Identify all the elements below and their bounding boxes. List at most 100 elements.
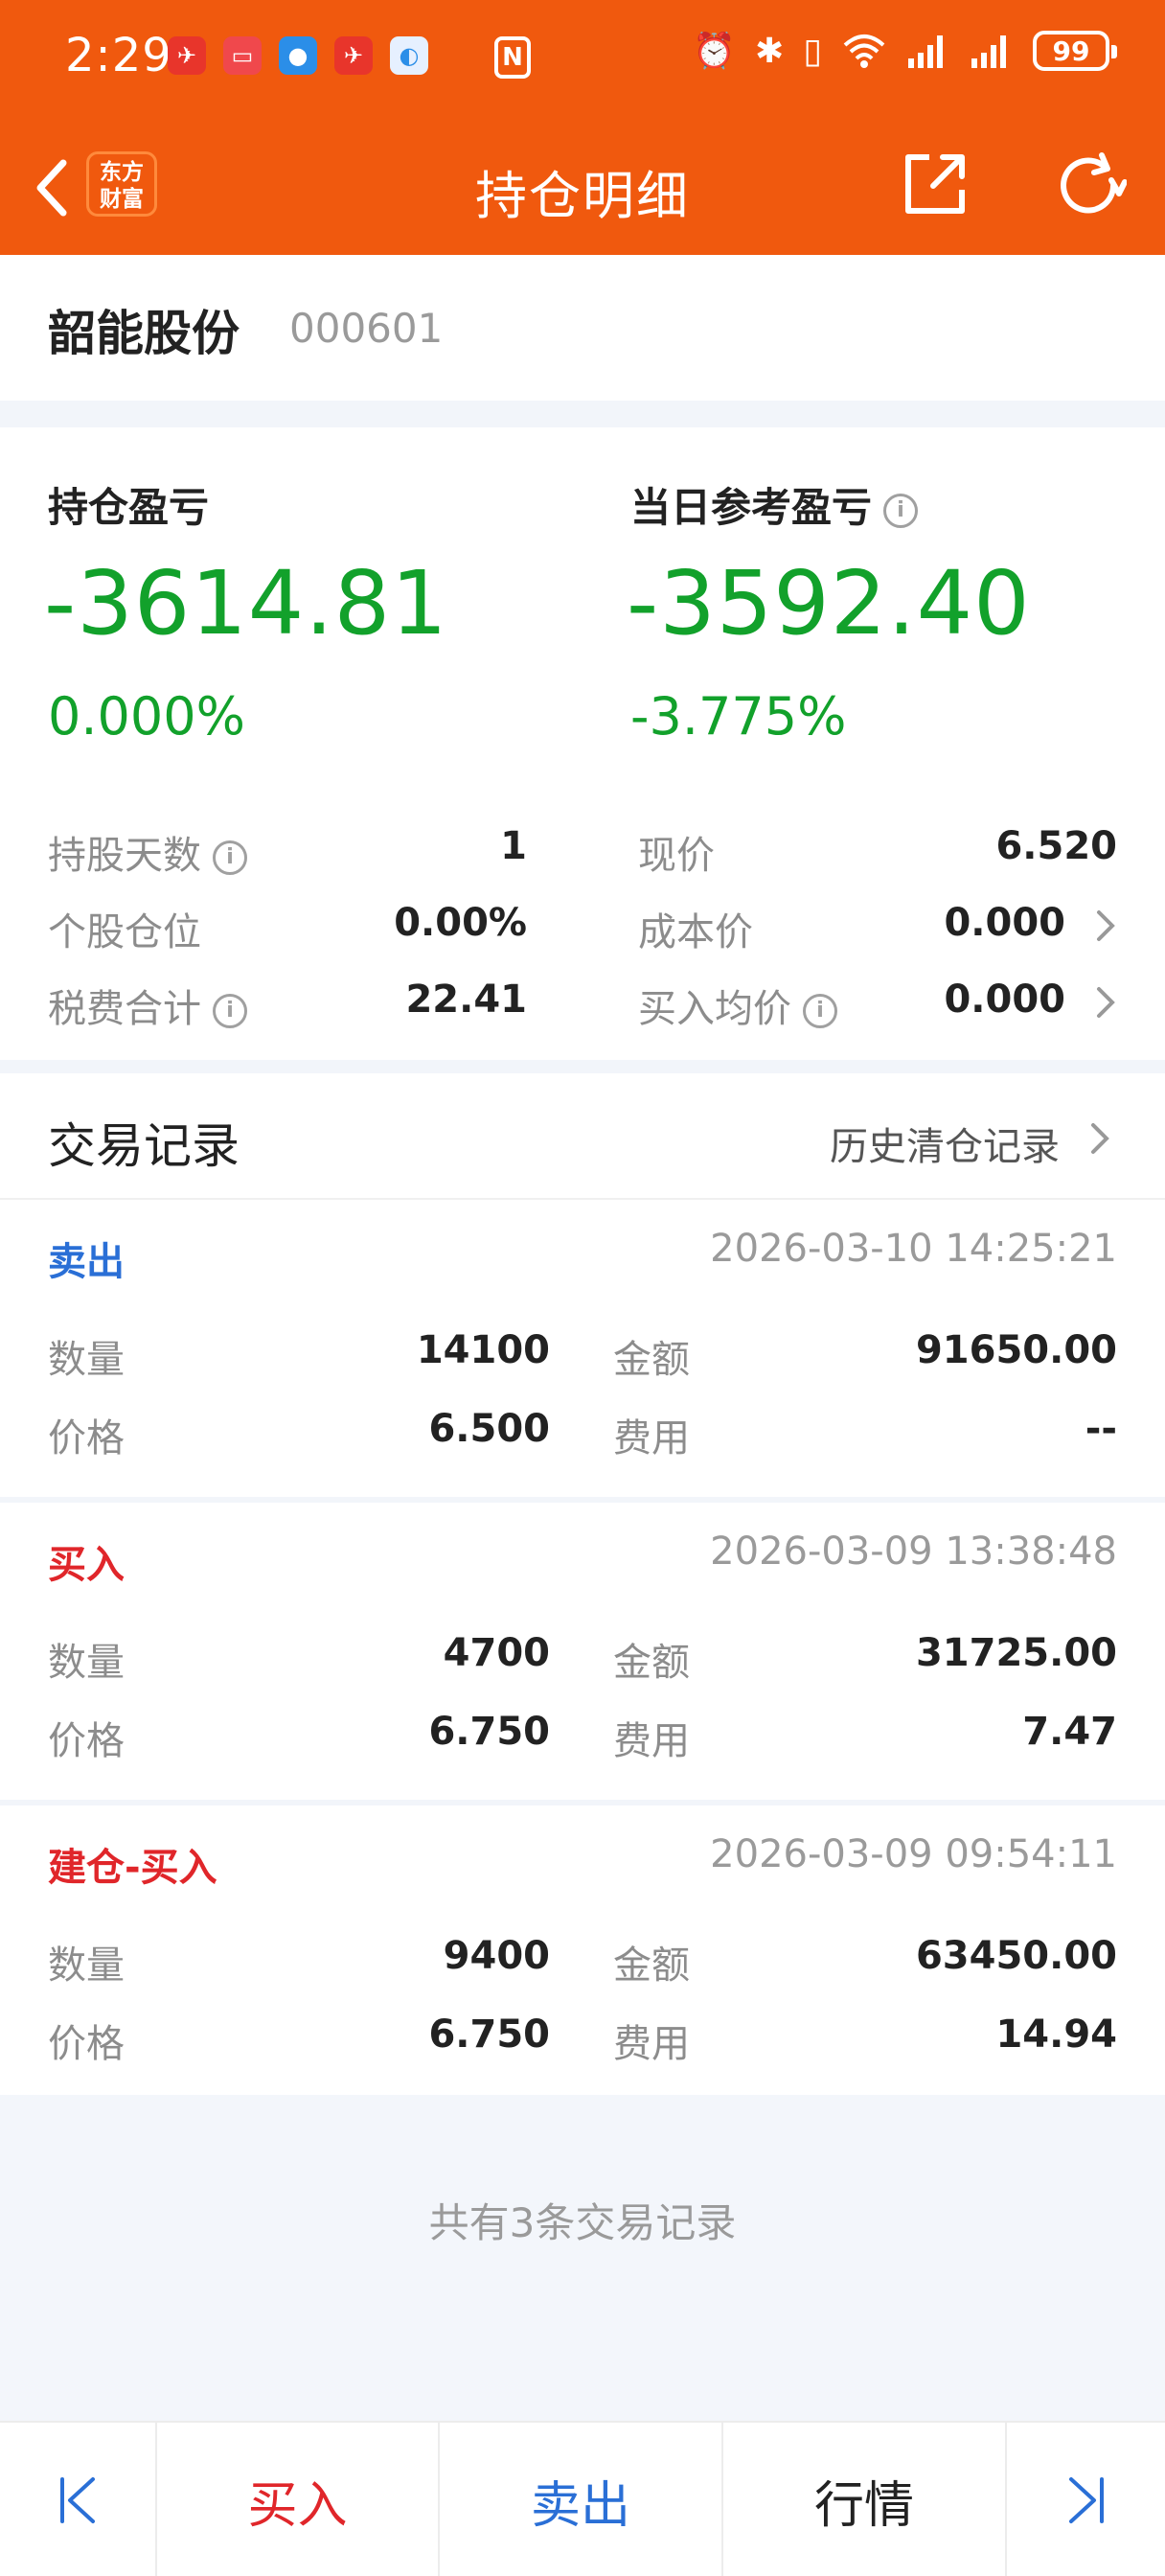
amount-value: 31725.00 <box>915 1631 1117 1675</box>
daily-pl-value: -3592.40 <box>627 552 1031 655</box>
price-label: 价格 <box>48 2022 125 2066</box>
notification-app-icon: ▭ <box>223 36 262 75</box>
holding-days-value: 1 <box>500 824 527 868</box>
info-icon[interactable]: i <box>213 840 247 875</box>
app-header: 2:29 ✈ ▭ ● ✈ ◐ N ⏰ ✱ ▯ 99 东方 财富 持仓明细 <box>0 0 1165 255</box>
chevron-right-icon[interactable] <box>1088 1119 1111 1158</box>
fee-label: 费用 <box>613 2022 690 2066</box>
trade-record[interactable]: 建仓-买入 2026-03-09 09:54:11 数量 9400 金额 634… <box>0 1806 1165 2095</box>
daily-pl-percent: -3.775% <box>630 686 847 747</box>
notification-app-icon: ✈ <box>168 36 206 75</box>
quantity-label: 数量 <box>48 1338 125 1382</box>
amount-value: 63450.00 <box>915 1934 1117 1978</box>
notification-icons: ✈ ▭ ● ✈ ◐ <box>168 36 428 75</box>
quote-button[interactable]: 行情 <box>723 2423 1007 2576</box>
current-price-value: 6.520 <box>995 824 1117 868</box>
status-time: 2:29 <box>65 29 172 82</box>
wifi-icon <box>843 34 885 68</box>
trade-record[interactable]: 买入 2026-03-09 13:38:48 数量 4700 金额 31725.… <box>0 1503 1165 1800</box>
quantity-value: 4700 <box>443 1631 550 1675</box>
status-bar: 2:29 ✈ ▭ ● ✈ ◐ N ⏰ ✱ ▯ 99 <box>0 0 1165 115</box>
nav-bar: 东方 财富 持仓明细 <box>0 115 1165 255</box>
fee-label: 费用 <box>613 1719 690 1763</box>
trade-records-header: 交易记录 历史清仓记录 <box>0 1073 1165 1200</box>
position-weight-label: 个股仓位 <box>48 910 201 954</box>
amount-value: 91650.00 <box>915 1328 1117 1372</box>
alarm-icon: ⏰ <box>693 32 737 71</box>
refresh-icon[interactable] <box>1054 151 1127 220</box>
detail-label-group: 税费合计 i <box>48 978 247 1033</box>
notification-app-icon: ✈ <box>334 36 373 75</box>
stock-name: 韶能股份 <box>48 306 240 361</box>
signal-icon <box>971 35 1006 68</box>
section-divider <box>0 1060 1165 1073</box>
avg-buy-price-value[interactable]: 0.000 <box>944 978 1065 1022</box>
fee-value: 14.94 <box>995 2012 1117 2057</box>
bluetooth-icon: ✱ <box>755 31 785 71</box>
share-icon[interactable] <box>901 150 970 218</box>
holding-days-label: 持股天数 <box>48 834 201 878</box>
next-stock-button[interactable] <box>1007 2423 1165 2576</box>
trade-type: 卖出 <box>48 1240 125 1284</box>
info-icon[interactable]: i <box>803 994 837 1028</box>
cost-price-label: 成本价 <box>638 910 753 954</box>
previous-stock-button[interactable] <box>0 2423 157 2576</box>
price-value: 6.750 <box>428 2012 550 2057</box>
position-pl-value: -3614.81 <box>44 552 448 655</box>
daily-pl-label: 当日参考盈亏 <box>630 484 873 531</box>
detail-row: 持股天数 i 1 现价 6.520 <box>0 824 1165 878</box>
bottom-action-bar: 买入 卖出 行情 <box>0 2421 1165 2576</box>
detail-label-group: 买入均价 i <box>638 978 837 1033</box>
quantity-label: 数量 <box>48 1641 125 1685</box>
quantity-value: 9400 <box>443 1934 550 1978</box>
trade-record[interactable]: 卖出 2026-03-10 14:25:21 数量 14100 金额 91650… <box>0 1200 1165 1497</box>
skip-previous-icon <box>60 2477 95 2523</box>
detail-label-group: 持股天数 i <box>48 824 247 880</box>
notification-message-icon: ● <box>279 36 317 75</box>
fee-value: -- <box>1085 1407 1117 1451</box>
amount-label: 金额 <box>613 1338 690 1382</box>
signal-icon <box>908 35 943 68</box>
price-label: 价格 <box>48 1416 125 1460</box>
position-summary: 持仓盈亏 -3614.81 0.000% 当日参考盈亏 i -3592.40 -3… <box>0 427 1165 1060</box>
records-count-text: 共有3条交易记录 <box>428 2199 737 2246</box>
cost-price-value[interactable]: 0.000 <box>944 901 1065 945</box>
chevron-right-icon[interactable] <box>1094 983 1117 1022</box>
trade-time: 2026-03-09 13:38:48 <box>710 1530 1117 1574</box>
stock-code: 000601 <box>289 305 444 352</box>
detail-row: 税费合计 i 22.41 买入均价 i 0.000 <box>0 978 1165 1031</box>
skip-next-icon <box>1068 2477 1104 2523</box>
page-title: 持仓明细 <box>475 166 690 226</box>
quote-button-label: 行情 <box>813 2476 914 2535</box>
trade-type: 买入 <box>48 1543 125 1587</box>
fee-label: 费用 <box>613 1416 690 1460</box>
position-weight-value: 0.00% <box>394 901 527 945</box>
quantity-value: 14100 <box>416 1328 550 1372</box>
daily-pl-label-group: 当日参考盈亏 i <box>630 475 919 534</box>
total-fees-label: 税费合计 <box>48 987 201 1031</box>
buy-button[interactable]: 买入 <box>157 2423 440 2576</box>
trade-type: 建仓-买入 <box>48 1846 217 1890</box>
position-pl-percent: 0.000% <box>48 686 245 747</box>
current-price-label: 现价 <box>638 834 715 878</box>
history-clearance-link[interactable]: 历史清仓记录 <box>830 1116 1060 1171</box>
price-value: 6.750 <box>428 1710 550 1754</box>
trade-time: 2026-03-09 09:54:11 <box>710 1832 1117 1876</box>
section-divider <box>0 401 1165 427</box>
price-value: 6.500 <box>428 1407 550 1451</box>
chevron-right-icon[interactable] <box>1094 907 1117 945</box>
detail-row: 个股仓位 0.00% 成本价 0.000 <box>0 901 1165 954</box>
trade-time: 2026-03-10 14:25:21 <box>710 1227 1117 1271</box>
trade-records-title: 交易记录 <box>48 1118 240 1174</box>
price-label: 价格 <box>48 1719 125 1763</box>
sell-button[interactable]: 卖出 <box>440 2423 723 2576</box>
position-pl-label: 持仓盈亏 <box>48 484 210 531</box>
quantity-label: 数量 <box>48 1944 125 1988</box>
amount-label: 金额 <box>613 1944 690 1988</box>
fee-value: 7.47 <box>1022 1710 1117 1754</box>
info-icon[interactable]: i <box>213 994 247 1028</box>
info-icon[interactable]: i <box>883 493 919 528</box>
buy-button-label: 买入 <box>247 2476 348 2535</box>
records-footer: 共有3条交易记录 <box>0 2095 1165 2421</box>
avg-buy-price-label: 买入均价 <box>638 987 791 1031</box>
